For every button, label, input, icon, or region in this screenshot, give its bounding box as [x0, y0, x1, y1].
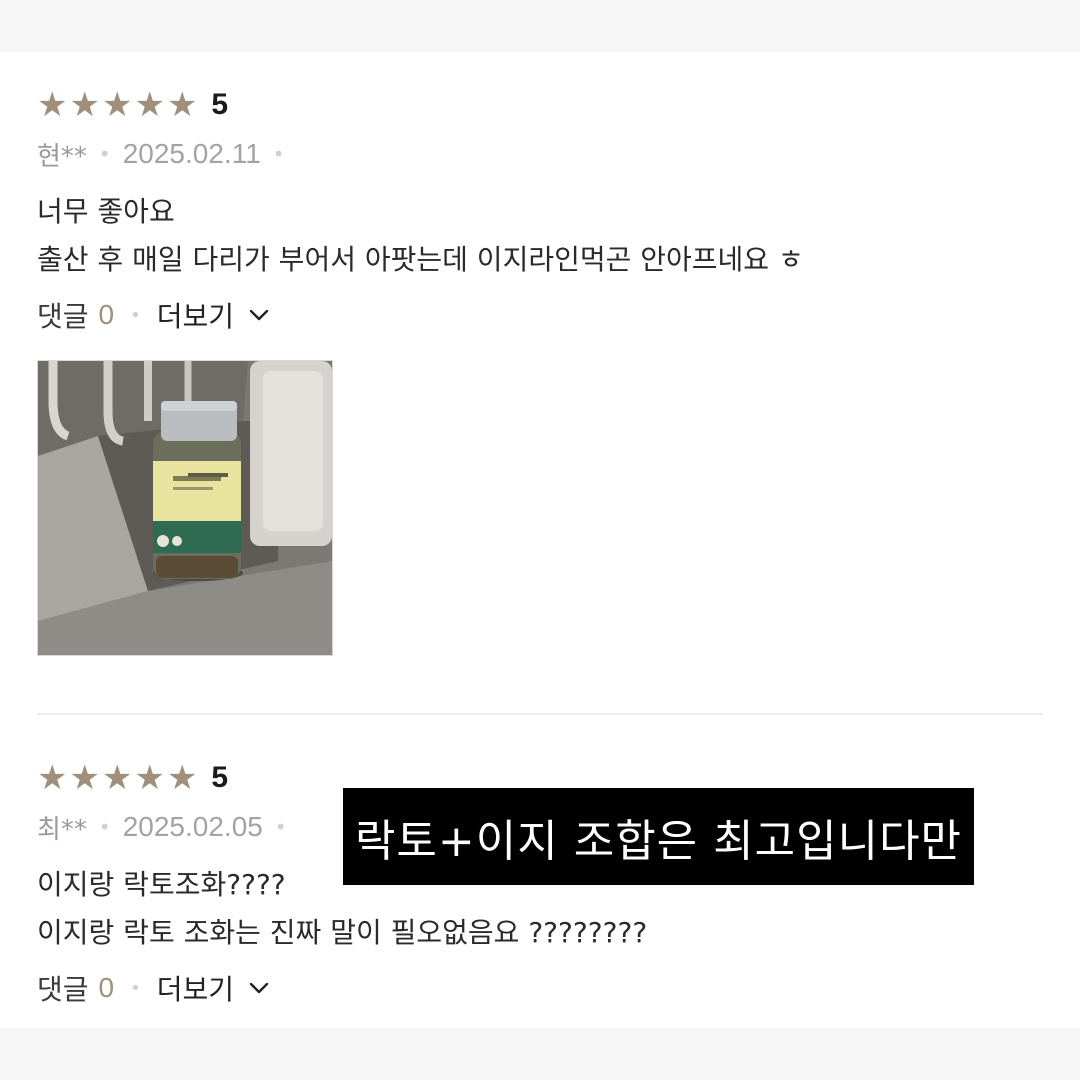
comments-count: 0: [98, 972, 115, 1003]
review-text: 너무 좋아요 출산 후 매일 다리가 부어서 아팟는데 이지라인먹곤 안아프네요…: [37, 188, 1043, 284]
star-icon: ★: [37, 85, 68, 125]
chevron-down-icon[interactable]: [248, 304, 270, 326]
comments-count: 0: [98, 299, 115, 330]
rating-score: 5: [211, 88, 229, 121]
author-name: 최**: [37, 814, 87, 845]
rating-score: 5: [211, 761, 229, 794]
review-meta: 현** • 2025.02.11 •: [37, 134, 1043, 174]
review-date: 2025.02.11: [122, 138, 261, 169]
star-icon: ★: [69, 85, 100, 125]
overlay-caption: 락토+이지 조합은 최고입니다만: [343, 788, 974, 885]
product-photo: [38, 361, 332, 655]
more-button[interactable]: 더보기: [157, 968, 234, 1008]
more-button[interactable]: 더보기: [157, 295, 234, 335]
star-icon: ★: [134, 758, 165, 798]
star-icon: ★: [37, 758, 68, 798]
star-icon: ★: [69, 758, 100, 798]
review-actions: 댓글 0 • 더보기: [37, 963, 1043, 1013]
review-photo[interactable]: [37, 360, 333, 656]
review-divider: [37, 713, 1043, 715]
separator-dot: •: [130, 304, 141, 326]
star-rating: ★ ★ ★ ★ ★: [37, 761, 199, 795]
review-text-line: 출산 후 매일 다리가 부어서 아팟는데 이지라인먹곤 안아프네요 ㅎ: [37, 243, 804, 276]
star-icon: ★: [134, 85, 165, 125]
separator-dot: •: [274, 815, 287, 839]
rating-row: ★ ★ ★ ★ ★ 5: [37, 82, 1043, 128]
author-name: 현**: [37, 141, 87, 172]
chevron-down-icon[interactable]: [248, 977, 270, 999]
star-icon: ★: [101, 85, 133, 125]
separator-dot: •: [130, 977, 141, 999]
review-item: ★ ★ ★ ★ ★ 5 현** • 2025.02.11 • 너무 좋아요 출산…: [37, 82, 1043, 656]
star-icon: ★: [166, 758, 198, 798]
comments-button[interactable]: 댓글: [37, 295, 89, 335]
star-icon: ★: [166, 85, 198, 125]
review-date: 2025.02.05: [122, 811, 263, 842]
review-text-line: 이지랑 락토 조화는 진짜 말이 필오없음요 ????????: [37, 916, 648, 949]
review-text-line: 너무 좋아요: [37, 195, 175, 228]
separator-dot: •: [98, 142, 111, 166]
comments-button[interactable]: 댓글: [37, 968, 89, 1008]
review-actions: 댓글 0 • 더보기: [37, 290, 1043, 340]
separator-dot: •: [272, 142, 285, 166]
separator-dot: •: [98, 815, 111, 839]
star-icon: ★: [101, 758, 133, 798]
star-rating: ★ ★ ★ ★ ★: [37, 88, 199, 122]
